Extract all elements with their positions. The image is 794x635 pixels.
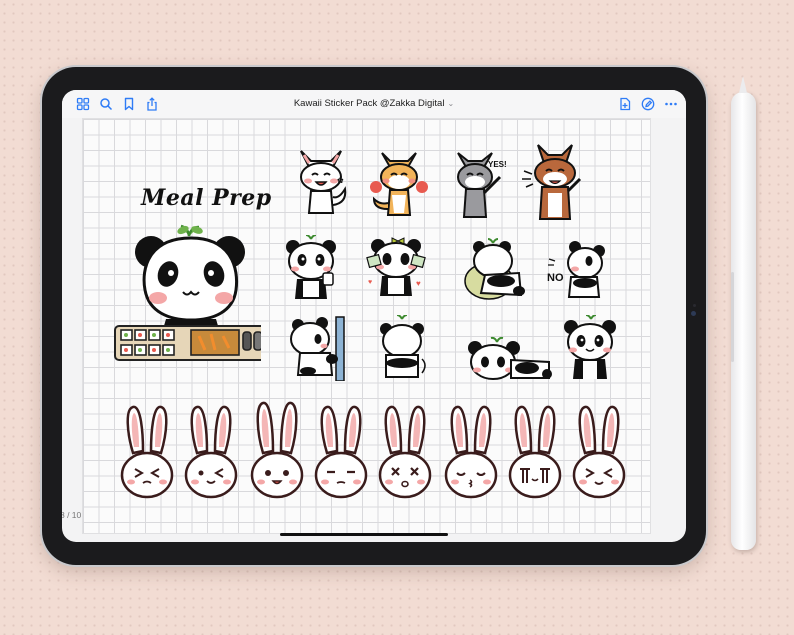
- bunny-squint-sticker[interactable]: [571, 403, 627, 501]
- panda-smile-sticker[interactable]: [561, 314, 619, 381]
- panda-drink-sticker[interactable]: [283, 234, 341, 303]
- panda-lying-sticker[interactable]: [463, 334, 553, 382]
- home-indicator[interactable]: [280, 533, 448, 536]
- gray-wolf-yes-sticker[interactable]: YES!: [452, 149, 508, 221]
- pencil-tip: [739, 76, 747, 93]
- panda-meal-prep-sticker[interactable]: [111, 216, 271, 364]
- stylus-pencil: [731, 76, 756, 550]
- more-icon[interactable]: [664, 97, 678, 111]
- sensor: [693, 304, 696, 307]
- ipad-screen: Kawaii Sticker Pack @Zakka Digital ⌄ Meal…: [62, 90, 686, 542]
- bunny-happy-sticker[interactable]: [249, 399, 305, 501]
- orange-fox-cheer-sticker[interactable]: [370, 151, 428, 221]
- bunny-kiss-sticker[interactable]: [443, 403, 499, 501]
- bunny-wink-sticker[interactable]: [183, 403, 239, 501]
- document-title-text: Kawaii Sticker Pack @Zakka Digital: [293, 98, 445, 109]
- panda-peek-sticker[interactable]: [288, 315, 354, 382]
- bunny-meh-sticker[interactable]: [313, 403, 369, 501]
- panda-back-sticker[interactable]: [376, 314, 432, 383]
- svg-text:♥: ♥: [368, 279, 372, 286]
- white-fox-sticker[interactable]: ✿: [293, 147, 349, 219]
- page-heading: Meal Prep: [141, 185, 272, 211]
- ipad-frame: Kawaii Sticker Pack @Zakka Digital ⌄ Meal…: [42, 67, 706, 565]
- pencil-flat-edge: [731, 272, 734, 362]
- panda-money-sticker[interactable]: ♥ ♥: [366, 234, 426, 302]
- bunny-dizzy-sticker[interactable]: [377, 403, 433, 501]
- yes-label: YES!: [488, 160, 507, 169]
- brown-fox-wave-sticker[interactable]: [520, 141, 586, 223]
- page-indicator: 8 / 10: [62, 510, 82, 520]
- camera: [691, 311, 696, 316]
- top-toolbar: Kawaii Sticker Pack @Zakka Digital ⌄: [62, 90, 686, 118]
- no-label: NO: [547, 272, 564, 284]
- grid-page[interactable]: Meal Prep ✿ YES! ♥ ♥ NO: [82, 118, 651, 534]
- panda-sitting-sticker[interactable]: [461, 237, 533, 303]
- document-title[interactable]: Kawaii Sticker Pack @Zakka Digital ⌄: [62, 98, 686, 109]
- svg-text:♥: ♥: [416, 279, 421, 288]
- add-page-icon[interactable]: [618, 97, 632, 111]
- bunny-crying-sticker[interactable]: [507, 403, 563, 501]
- svg-text:✿: ✿: [337, 176, 344, 185]
- panda-no-sticker[interactable]: NO: [545, 239, 605, 301]
- bunny-angry-sticker[interactable]: [119, 403, 175, 501]
- chevron-down-icon[interactable]: ⌄: [447, 99, 454, 108]
- markup-pen-icon[interactable]: [641, 97, 655, 111]
